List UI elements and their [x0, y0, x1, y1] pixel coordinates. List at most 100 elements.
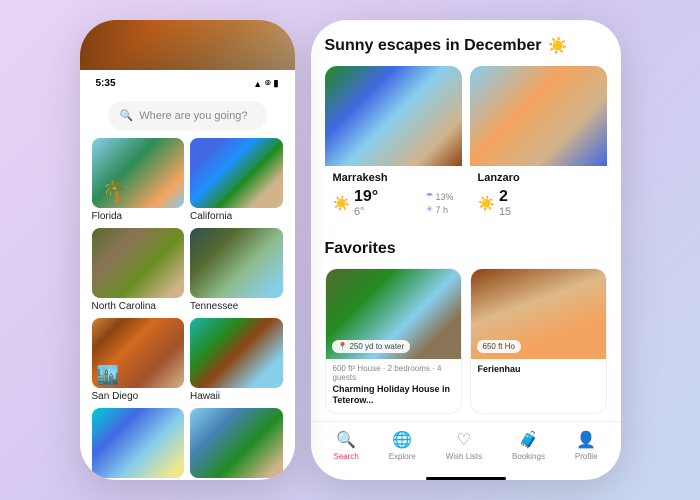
right-panel: Sunny escapes in December ☀️ Marrakesh ☀… [311, 20, 621, 480]
fav-card-teterow[interactable]: 📍 250 yd to water 600 ft² House · 2 bedr… [325, 268, 462, 414]
phone-header: 5:35 ▲ ⌾ ▮ 🔍 Where are you going? [80, 70, 295, 138]
bookings-nav-icon: 🧳 [519, 430, 539, 450]
status-bar: 5:35 ▲ ⌾ ▮ [96, 78, 279, 89]
michigan-image [190, 408, 283, 478]
lanzarote-info: Lanzaro ☀️ 2 15 [470, 166, 607, 224]
search-bar[interactable]: 🔍 Where are you going? [108, 101, 267, 130]
sun-icon-marrakesh: ☀️ [333, 195, 350, 212]
ferienhau-info: Ferienhau [471, 359, 606, 382]
hero-image [80, 20, 295, 70]
marrakesh-temp-high: 19° [354, 188, 378, 206]
ferienhau-image: 650 ft Ho [471, 269, 606, 359]
right-content: Sunny escapes in December ☀️ Marrakesh ☀… [311, 20, 621, 421]
sunny-title-text: Sunny escapes in December [325, 37, 542, 55]
explore-nav-icon: 🌐 [392, 430, 412, 450]
nav-bookings[interactable]: 🧳 Bookings [512, 430, 545, 461]
search-icon: 🔍 [120, 109, 134, 122]
time-display: 5:35 [96, 78, 116, 89]
bottom-nav: 🔍 Search 🌐 Explore ♡ Wish Lists 🧳 Bookin… [311, 421, 621, 473]
weather-card-marrakesh[interactable]: Marrakesh ☀️ 19° 6° ☂ 13% [325, 66, 462, 224]
teterow-guests: 600 ft² House · 2 bedrooms · 4 guests [333, 364, 454, 382]
destination-tennessee[interactable]: Tennessee [190, 228, 283, 312]
destination-michigan[interactable]: Michigan [190, 408, 283, 480]
lanzarote-temps: ☀️ 2 15 [478, 188, 599, 218]
sun-hours-detail: ☀ 7 h [425, 204, 453, 215]
ferienhau-distance-text: 650 ft Ho [483, 342, 515, 351]
distance-icon: 📍 [338, 342, 348, 351]
marrakesh-weather-details: ☂ 13% ☀ 7 h [425, 191, 453, 215]
weather-cards: Marrakesh ☀️ 19° 6° ☂ 13% [325, 66, 607, 224]
hawaii-label: Hawaii [190, 391, 283, 402]
nav-explore[interactable]: 🌐 Explore [389, 430, 416, 461]
north-carolina-label: North Carolina [92, 301, 185, 312]
left-phone: 5:35 ▲ ⌾ ▮ 🔍 Where are you going? Florid… [80, 20, 295, 480]
tennessee-image [190, 228, 283, 298]
marrakesh-temp-low: 6° [354, 206, 378, 218]
california-image [190, 138, 283, 208]
lanzarote-temp-low: 15 [499, 206, 511, 218]
battery-icon: ▮ [274, 78, 279, 89]
hawaii-image [190, 318, 283, 388]
teterow-distance: 📍 250 yd to water [332, 340, 411, 353]
sunny-section-title: Sunny escapes in December ☀️ [325, 36, 607, 56]
nav-search[interactable]: 🔍 Search [333, 430, 358, 461]
rain-value: 13% [435, 192, 453, 202]
destination-north-carolina[interactable]: North Carolina [92, 228, 185, 312]
lanzarote-temp-high: 2 [499, 188, 511, 206]
california-label: California [190, 211, 283, 222]
wifi-icon: ⌾ [265, 78, 270, 89]
weather-card-lanzarote[interactable]: Lanzaro ☀️ 2 15 [470, 66, 607, 224]
miami-image [92, 408, 185, 478]
san-diego-image [92, 318, 185, 388]
destination-hawaii[interactable]: Hawaii [190, 318, 283, 402]
teterow-image: 📍 250 yd to water [326, 269, 461, 359]
explore-nav-label: Explore [389, 452, 416, 461]
nav-wishlists[interactable]: ♡ Wish Lists [446, 430, 482, 461]
florida-image [92, 138, 185, 208]
marrakesh-city: Marrakesh [333, 172, 454, 184]
lanzarote-city: Lanzaro [478, 172, 599, 184]
rain-detail: ☂ 13% [425, 191, 453, 202]
lanzarote-image [470, 66, 607, 166]
teterow-name: Charming Holiday House in Teterow... [333, 384, 454, 406]
profile-nav-icon: 👤 [576, 430, 596, 450]
tennessee-label: Tennessee [190, 301, 283, 312]
nav-profile[interactable]: 👤 Profile [575, 430, 598, 461]
destination-miami[interactable]: Miami Beach [92, 408, 185, 480]
marrakesh-image [325, 66, 462, 166]
wishlists-nav-icon: ♡ [457, 430, 471, 450]
ferienhau-name: Ferienhau [478, 364, 599, 375]
marrakesh-temps: ☀️ 19° 6° ☂ 13% ☀ 7 h [333, 188, 454, 218]
favorites-title: Favorites [325, 240, 607, 258]
search-placeholder: Where are you going? [139, 110, 247, 122]
temp-values: 19° 6° [354, 188, 378, 218]
destination-san-diego[interactable]: San Diego [92, 318, 185, 402]
rain-icon: ☂ [425, 191, 433, 202]
search-nav-icon: 🔍 [336, 430, 356, 450]
north-carolina-image [92, 228, 185, 298]
favorites-cards: 📍 250 yd to water 600 ft² House · 2 bedr… [325, 268, 607, 414]
sun-emoji: ☀️ [547, 36, 567, 56]
sun-icon-lanzarote: ☀️ [478, 195, 495, 212]
ferienhau-distance: 650 ft Ho [477, 340, 521, 353]
profile-nav-label: Profile [575, 452, 598, 461]
wishlists-nav-label: Wish Lists [446, 452, 482, 461]
teterow-info: 600 ft² House · 2 bedrooms · 4 guests Ch… [326, 359, 461, 413]
home-indicator [426, 477, 506, 480]
san-diego-label: San Diego [92, 391, 185, 402]
destinations-grid: Florida California North Carolina Tennes… [80, 138, 295, 480]
sun-hours-value: 7 h [435, 205, 448, 215]
fav-card-ferienhau[interactable]: 650 ft Ho Ferienhau [470, 268, 607, 414]
destination-florida[interactable]: Florida [92, 138, 185, 222]
teterow-distance-text: 250 yd to water [349, 342, 404, 351]
bookings-nav-label: Bookings [512, 452, 545, 461]
lanzarote-temp-values: 2 15 [499, 188, 511, 218]
marrakesh-info: Marrakesh ☀️ 19° 6° ☂ 13% [325, 166, 462, 224]
sun-hours-icon: ☀ [425, 204, 433, 215]
search-nav-label: Search [333, 452, 358, 461]
status-icons: ▲ ⌾ ▮ [253, 78, 278, 89]
destination-california[interactable]: California [190, 138, 283, 222]
signal-icon: ▲ [253, 79, 262, 89]
florida-label: Florida [92, 211, 185, 222]
favorites-section: Favorites 📍 250 yd to water 600 ft² Hous… [325, 240, 607, 414]
